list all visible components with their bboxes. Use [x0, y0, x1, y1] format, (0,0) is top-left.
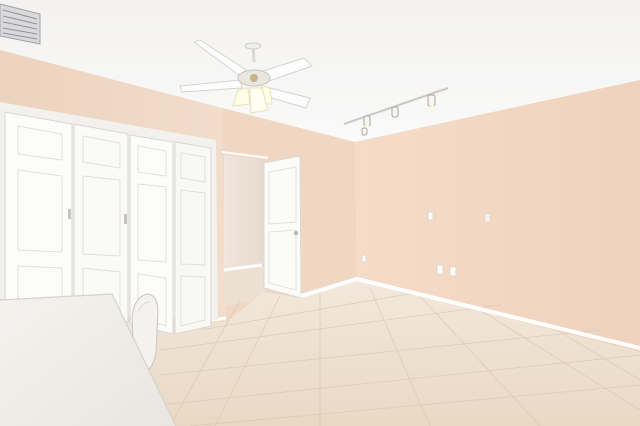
room-photo	[0, 0, 640, 426]
wall-outlet	[361, 254, 367, 263]
interior-door	[263, 155, 302, 299]
wall-outlet	[449, 266, 457, 277]
light-switch	[427, 211, 434, 221]
wall-outlet	[436, 264, 444, 275]
hallway	[224, 155, 266, 282]
door-knob	[293, 230, 299, 236]
wall-switch-plate	[484, 213, 491, 223]
